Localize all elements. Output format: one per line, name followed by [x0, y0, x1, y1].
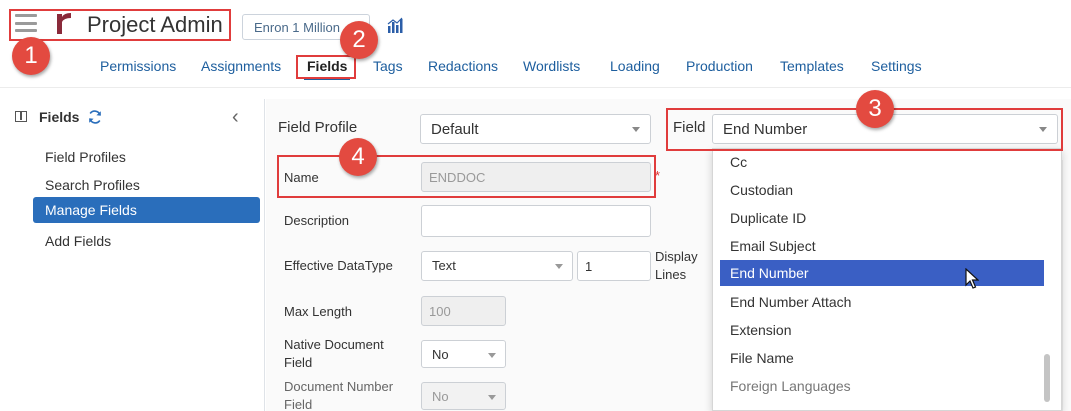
sidebar-title: Fields	[39, 109, 80, 125]
caret-down-icon	[1039, 127, 1047, 132]
dropdown-scrollbar[interactable]	[1044, 354, 1050, 402]
caret-down-icon	[555, 264, 563, 269]
field-label: Field	[673, 119, 706, 136]
refresh-icon[interactable]	[87, 109, 103, 125]
mouse-pointer-icon	[965, 268, 979, 289]
sidebar-item-add-fields[interactable]: Add Fields	[33, 228, 260, 254]
fields-sidebar: Fields ‹ Field Profiles Search Profiles …	[0, 99, 265, 411]
dropdown-option-custodian[interactable]: Custodian	[720, 177, 1044, 203]
native-document-field-select[interactable]: No	[421, 340, 506, 368]
dropdown-option-file-name[interactable]: File Name	[720, 345, 1044, 371]
sidebar-item-manage-fields[interactable]: Manage Fields	[33, 197, 260, 223]
caret-down-icon	[488, 395, 496, 400]
sidebar-item-field-profiles[interactable]: Field Profiles	[33, 144, 260, 170]
chevron-left-icon[interactable]: ‹	[232, 107, 239, 127]
sidebar-item-search-profiles[interactable]: Search Profiles	[33, 172, 260, 198]
nav-loading[interactable]: Loading	[610, 58, 660, 74]
panel-icon	[15, 111, 27, 122]
app-logo-icon	[57, 13, 71, 34]
sidebar-header: Fields ‹	[15, 107, 255, 129]
required-asterisk: *	[655, 168, 661, 183]
field-dropdown-list[interactable]: Cc Custodian Duplicate ID Email Subject …	[712, 148, 1062, 411]
annotation-badge-3: 3	[856, 90, 894, 128]
display-lines-label: Display Lines	[655, 249, 698, 282]
dropdown-option-email-subject[interactable]: Email Subject	[720, 233, 1044, 259]
description-label: Description	[284, 213, 350, 228]
nav-wordlists[interactable]: Wordlists	[523, 58, 580, 74]
display-lines-input[interactable]: 1	[577, 251, 651, 281]
nav-redactions[interactable]: Redactions	[428, 58, 498, 74]
nav-permissions[interactable]: Permissions	[100, 58, 176, 74]
field-profile-label: Field Profile	[278, 119, 358, 136]
name-input[interactable]: ENDDOC	[421, 162, 651, 192]
datatype-value: Text	[432, 258, 456, 273]
datatype-select[interactable]: Text	[421, 251, 573, 281]
app-header: Project Admin Enron 1 Million Permission…	[0, 0, 1071, 88]
max-length-input[interactable]: 100	[421, 296, 506, 326]
analytics-chart-icon[interactable]	[387, 17, 404, 34]
datatype-label: Effective DataType	[284, 258, 393, 273]
document-number-field-label: Document Number Field	[284, 379, 394, 411]
nav-production[interactable]: Production	[686, 58, 753, 74]
hamburger-menu-icon[interactable]	[15, 14, 37, 32]
nav-assignments[interactable]: Assignments	[201, 58, 281, 74]
document-number-field-select[interactable]: No	[421, 382, 506, 410]
dropdown-option-duplicate-id[interactable]: Duplicate ID	[720, 205, 1044, 231]
dropdown-option-extension[interactable]: Extension	[720, 317, 1044, 343]
description-input[interactable]	[421, 205, 651, 237]
dropdown-option-end-number[interactable]: End Number	[720, 260, 1044, 286]
name-label: Name	[284, 170, 319, 185]
annotation-badge-2: 2	[340, 21, 378, 59]
annotation-badge-1: 1	[12, 37, 50, 75]
field-select-value: End Number	[723, 121, 808, 138]
dropdown-option-foreign-languages[interactable]: Foreign Languages	[720, 373, 1044, 399]
nav-templates[interactable]: Templates	[780, 58, 844, 74]
app-title: Project Admin	[87, 12, 223, 37]
native-document-field-value: No	[432, 347, 449, 362]
caret-down-icon	[488, 353, 496, 358]
dropdown-option-end-number-attach[interactable]: End Number Attach	[720, 289, 1044, 315]
document-number-field-value: No	[432, 389, 449, 404]
background-panel-edge	[1062, 160, 1071, 411]
field-profile-value: Default	[431, 121, 479, 138]
native-document-field-label: Native Document Field	[284, 337, 384, 370]
nav-settings[interactable]: Settings	[871, 58, 922, 74]
dropdown-option-cc[interactable]: Cc	[720, 149, 1044, 175]
annotation-badge-4: 4	[339, 138, 377, 176]
nav-fields[interactable]: Fields	[303, 58, 351, 80]
max-length-label: Max Length	[284, 304, 352, 319]
caret-down-icon	[632, 127, 640, 132]
field-profile-select[interactable]: Default	[420, 114, 651, 144]
nav-tags[interactable]: Tags	[373, 58, 403, 74]
